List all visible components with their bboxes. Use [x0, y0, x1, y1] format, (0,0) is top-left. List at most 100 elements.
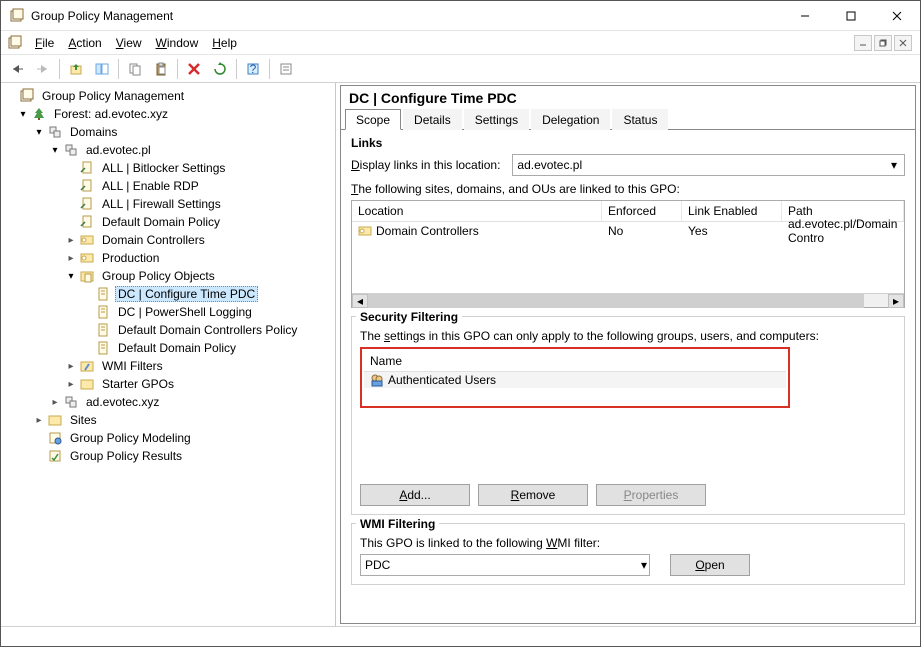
back-button[interactable] [5, 57, 29, 81]
tab-status[interactable]: Status [612, 109, 668, 130]
help-button[interactable]: ? [241, 57, 265, 81]
tree-gpo-dc-ps[interactable]: DC | PowerShell Logging [1, 303, 335, 321]
forward-button[interactable] [31, 57, 55, 81]
tree-modeling[interactable]: Group Policy Modeling [1, 429, 335, 447]
paste-button[interactable] [149, 57, 173, 81]
wmi-filter-dropdown[interactable]: PDC ▾ [360, 554, 650, 576]
ou-icon [79, 232, 95, 248]
tree-item-label: Default Domain Policy [99, 214, 223, 230]
tree-item-label: Production [99, 250, 162, 266]
minimize-button[interactable] [782, 1, 828, 31]
expand-icon[interactable]: ▸ [47, 397, 63, 408]
security-listview[interactable]: Name Authenticated Users [364, 351, 786, 404]
links-section: Links Display links in this location: ad… [351, 136, 905, 308]
links-row[interactable]: Domain Controllers No Yes ad.evotec.pl/D… [352, 222, 904, 240]
close-button[interactable] [874, 1, 920, 31]
tree-item-label-selected: DC | Configure Time PDC [115, 286, 258, 302]
tree-gpo-defdomain[interactable]: Default Domain Policy [1, 213, 335, 231]
properties-button[interactable]: Properties [596, 484, 706, 506]
menu-file[interactable]: File [29, 34, 60, 52]
tree-ou-prod[interactable]: ▸ Production [1, 249, 335, 267]
toolbar: ? [1, 55, 920, 83]
expand-icon[interactable]: ▸ [31, 415, 47, 426]
menu-help[interactable]: Help [206, 34, 243, 52]
tree-domains[interactable]: ▾ Domains [1, 123, 335, 141]
collapse-icon[interactable]: ▾ [47, 145, 63, 156]
scroll-left-button[interactable]: ◂ [352, 294, 368, 308]
mdi-close-button[interactable] [894, 35, 912, 51]
up-button[interactable] [64, 57, 88, 81]
col-location[interactable]: Location [352, 201, 602, 221]
security-col-name[interactable]: Name [364, 351, 786, 372]
scroll-thumb[interactable] [368, 294, 864, 308]
tree-ou-dc[interactable]: ▸ Domain Controllers [1, 231, 335, 249]
app-icon [9, 8, 25, 24]
col-linkenabled[interactable]: Link Enabled [682, 201, 782, 221]
tab-delegation[interactable]: Delegation [531, 109, 610, 130]
links-intro: The following sites, domains, and OUs ar… [351, 182, 905, 196]
tree-pane[interactable]: Group Policy Management ▾ Forest: ad.evo… [1, 83, 336, 626]
collapse-icon[interactable]: ▾ [63, 271, 79, 282]
tree-forest[interactable]: ▾ Forest: ad.evotec.xyz [1, 105, 335, 123]
tree-domain-evotecxyz[interactable]: ▸ ad.evotec.xyz [1, 393, 335, 411]
gpo-icon [95, 340, 111, 356]
expand-icon[interactable]: ▸ [63, 235, 79, 246]
menu-action[interactable]: Action [62, 34, 107, 52]
open-button[interactable]: Open [670, 554, 750, 576]
tree-item-label: ALL | Firewall Settings [99, 196, 224, 212]
links-cell-location-text: Domain Controllers [376, 224, 479, 238]
scroll-right-button[interactable]: ▸ [888, 294, 904, 308]
links-hscrollbar[interactable]: ◂ ▸ [352, 293, 904, 307]
mdi-minimize-button[interactable] [854, 35, 872, 51]
links-empty-area [352, 240, 904, 293]
mdi-controls [854, 35, 914, 51]
show-hide-tree-button[interactable] [90, 57, 114, 81]
tree-gpo-bitlocker[interactable]: ALL | Bitlocker Settings [1, 159, 335, 177]
expand-icon[interactable]: ▸ [63, 361, 79, 372]
maximize-button[interactable] [828, 1, 874, 31]
tree-gpo-defdc[interactable]: Default Domain Controllers Policy [1, 321, 335, 339]
tree-gpo-defdomain2[interactable]: Default Domain Policy [1, 339, 335, 357]
tree-results[interactable]: Group Policy Results [1, 447, 335, 465]
gpo-icon [95, 322, 111, 338]
tree-root[interactable]: Group Policy Management [1, 87, 335, 105]
col-enforced[interactable]: Enforced [602, 201, 682, 221]
chevron-down-icon: ▾ [886, 157, 902, 173]
menu-view[interactable]: View [110, 34, 148, 52]
collapse-icon[interactable]: ▾ [31, 127, 47, 138]
links-location-dropdown[interactable]: ad.evotec.pl ▾ [512, 154, 905, 176]
tree-item-label: DC | PowerShell Logging [115, 304, 255, 320]
tab-settings[interactable]: Settings [464, 109, 529, 130]
tree-gpo-container[interactable]: ▾ Group Policy Objects [1, 267, 335, 285]
links-location-value: ad.evotec.pl [517, 158, 582, 172]
links-display-label: Display links in this location: [351, 158, 500, 172]
tab-scope[interactable]: Scope [345, 109, 401, 130]
security-row[interactable]: Authenticated Users [364, 372, 786, 388]
expand-icon[interactable]: ▸ [63, 379, 79, 390]
add-button[interactable]: Add... [360, 484, 470, 506]
tree-item-label: Default Domain Controllers Policy [115, 322, 300, 338]
tree-starter[interactable]: ▸ Starter GPOs [1, 375, 335, 393]
mdi-restore-button[interactable] [874, 35, 892, 51]
expand-icon[interactable]: ▸ [63, 253, 79, 264]
results-icon [47, 448, 63, 464]
security-filtering-group: Security Filtering The settings in this … [351, 316, 905, 515]
tree-gpo-firewall[interactable]: ALL | Firewall Settings [1, 195, 335, 213]
collapse-icon[interactable]: ▾ [15, 109, 31, 120]
tab-details[interactable]: Details [403, 109, 462, 130]
copy-button[interactable] [123, 57, 147, 81]
tree-domain-evotecpl[interactable]: ▾ ad.evotec.pl [1, 141, 335, 159]
links-cell-linkenabled: Yes [682, 221, 782, 241]
menu-window[interactable]: Window [150, 34, 205, 52]
toolbar-separator [269, 59, 270, 79]
tree-wmi[interactable]: ▸ WMI Filters [1, 357, 335, 375]
links-listview[interactable]: Location Enforced Link Enabled Path Doma… [351, 200, 905, 308]
tree-sites[interactable]: ▸ Sites [1, 411, 335, 429]
delete-button[interactable] [182, 57, 206, 81]
statusbar [1, 626, 920, 646]
tree-gpo-dc-time[interactable]: DC | Configure Time PDC [1, 285, 335, 303]
refresh-button[interactable] [208, 57, 232, 81]
remove-button[interactable]: Remove [478, 484, 588, 506]
options-button[interactable] [274, 57, 298, 81]
tree-gpo-rdp[interactable]: ALL | Enable RDP [1, 177, 335, 195]
